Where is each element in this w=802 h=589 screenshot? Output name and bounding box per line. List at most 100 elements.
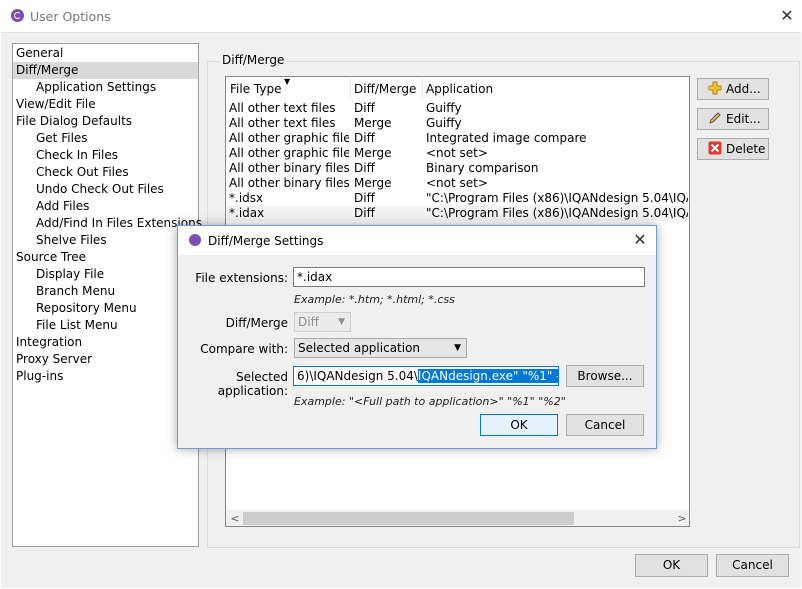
selected-application-example: Example: "<Full path to application>" "%… xyxy=(294,395,566,408)
diffmerge-select-value: Diff xyxy=(298,315,319,329)
list-cell: All other text files xyxy=(229,101,336,115)
diffmerge-select: Diff ▼ xyxy=(294,312,351,332)
compare-with-select[interactable]: Selected application ▼ xyxy=(294,338,467,358)
list-cell: All other binary files xyxy=(229,161,349,175)
list-cell: *.idsx xyxy=(229,191,264,205)
selected-application-selected-text: IQANdesign.exe" "%1" -diff "%2" xyxy=(416,368,558,384)
dialog-cancel-button[interactable]: Cancel xyxy=(566,414,644,436)
tree-item[interactable]: Check Out Files xyxy=(13,164,198,181)
cancel-button[interactable]: Cancel xyxy=(716,554,789,577)
list-cell: Merge xyxy=(354,116,392,130)
list-row[interactable]: All other text files Diff Guiffy xyxy=(226,101,689,116)
compare-with-label: Compare with: xyxy=(200,342,288,356)
edit-button[interactable]: Edit... xyxy=(697,108,769,130)
add-button[interactable]: Add... xyxy=(697,78,769,100)
tree-item[interactable]: Get Files xyxy=(13,130,198,147)
tree-item[interactable]: Display File xyxy=(13,266,198,283)
list-cell: Merge xyxy=(354,146,392,160)
delete-x-icon xyxy=(708,141,722,155)
tree-item[interactable]: Proxy Server xyxy=(13,351,198,368)
file-extensions-label: File extensions: xyxy=(195,271,288,285)
selected-application-value: 6)\IQANdesign 5.04\ xyxy=(297,369,418,383)
tree-item[interactable]: Source Tree xyxy=(13,249,198,266)
app-icon xyxy=(11,9,24,22)
list-row[interactable]: *.idax Diff "C:\Program Files (x86)\IQANde… xyxy=(226,206,689,221)
scroll-right-icon[interactable]: > xyxy=(675,511,689,526)
tree-item[interactable]: Plug-ins xyxy=(13,368,198,385)
diffmerge-settings-dialog: Diff/Merge Settings ✕ File extensions: *… xyxy=(177,225,657,449)
list-row[interactable]: All other binary files Diff Binary compari… xyxy=(226,161,689,176)
tree-item[interactable]: File List Menu xyxy=(13,317,198,334)
tree-item[interactable]: View/Edit File xyxy=(13,96,198,113)
list-cell: Binary comparison xyxy=(426,161,539,175)
list-cell: Diff xyxy=(354,101,375,115)
list-row[interactable]: *.idsx Diff "C:\Program Files (x86)\IQANde… xyxy=(226,191,689,206)
add-button-label: Add... xyxy=(726,82,761,96)
tree-item[interactable]: Check In Files xyxy=(13,147,198,164)
window-title: User Options xyxy=(30,9,111,24)
tree-item[interactable]: Application Settings xyxy=(13,79,198,96)
chevron-down-icon: ▼ xyxy=(454,343,461,353)
list-cell: All other binary files xyxy=(229,176,349,190)
column-header-file-type[interactable]: File Type xyxy=(230,80,281,98)
list-cell: "C:\Program Files (x86)\IQANdesign 5.04\… xyxy=(426,191,688,205)
tree-item[interactable]: General xyxy=(13,45,198,62)
pencil-icon xyxy=(708,111,722,125)
dialog-title-bar: Diff/Merge Settings ✕ xyxy=(178,226,656,255)
close-icon[interactable]: ✕ xyxy=(776,6,798,26)
chevron-down-icon: ▼ xyxy=(338,317,345,327)
tree-item[interactable]: Add Files xyxy=(13,198,198,215)
list-cell: All other text files xyxy=(229,116,336,130)
dialog-title: Diff/Merge Settings xyxy=(208,234,324,248)
diffmerge-label: Diff/Merge xyxy=(225,316,288,330)
list-cell: Merge xyxy=(354,176,392,190)
tree-item[interactable]: Diff/Merge xyxy=(13,62,198,79)
diffmerge-group-label: Diff/Merge xyxy=(220,53,287,67)
compare-with-select-value: Selected application xyxy=(298,341,421,355)
list-cell: Diff xyxy=(354,161,375,175)
tree-item[interactable]: Integration xyxy=(13,334,198,351)
selected-application-label: Selected application: xyxy=(217,370,288,398)
list-row[interactable]: All other graphic files Merge <not set> xyxy=(226,146,689,161)
browse-button[interactable]: Browse... xyxy=(566,365,644,387)
title-bar: User Options ✕ xyxy=(0,0,802,32)
file-extensions-input[interactable]: *.idax xyxy=(293,267,645,287)
tree-item[interactable]: File Dialog Defaults xyxy=(13,113,198,130)
edit-button-label: Edit... xyxy=(726,112,761,126)
column-header-application[interactable]: Application xyxy=(426,80,493,98)
list-cell: Integrated image compare xyxy=(426,131,587,145)
list-cell: <not set> xyxy=(426,146,488,160)
list-cell: Guiffy xyxy=(426,101,462,115)
delete-button-label: Delete xyxy=(726,142,766,156)
list-cell: All other graphic files xyxy=(229,131,349,145)
delete-button[interactable]: Delete xyxy=(697,138,769,160)
options-tree[interactable]: General Diff/Merge Application Settings Vie… xyxy=(12,43,202,547)
sort-arrow-icon: ▼ xyxy=(284,77,291,86)
tree-item[interactable]: Add/Find In Files Extensions xyxy=(13,215,202,232)
list-cell: *.idax xyxy=(229,206,265,220)
dialog-app-icon xyxy=(189,234,201,246)
scroll-left-icon[interactable]: < xyxy=(228,511,242,526)
tree-item[interactable]: Shelve Files xyxy=(13,232,198,249)
column-header-diff-merge[interactable]: Diff/Merge xyxy=(354,80,416,98)
list-cell: Diff xyxy=(354,191,375,205)
ok-button[interactable]: OK xyxy=(635,554,708,577)
tree-item[interactable]: Repository Menu xyxy=(13,300,198,317)
list-cell: All other graphic files xyxy=(229,146,349,160)
dialog-ok-button[interactable]: OK xyxy=(480,414,558,436)
list-cell: Diff xyxy=(354,206,375,220)
plus-icon xyxy=(708,81,722,95)
list-row[interactable]: All other graphic files Diff Integrated im… xyxy=(226,131,689,146)
selected-application-input[interactable]: 6)\IQANdesign 5.04\IQANdesign.exe" "%1" … xyxy=(293,366,559,386)
dialog-close-icon[interactable]: ✕ xyxy=(630,230,650,250)
list-cell: <not set> xyxy=(426,176,488,190)
tree-item[interactable]: Branch Menu xyxy=(13,283,198,300)
file-extensions-example: Example: *.htm; *.html; *.css xyxy=(294,293,455,306)
scrollbar-thumb[interactable] xyxy=(243,512,574,525)
list-cell: "C:\Program Files (x86)\IQANdesign 5.04\… xyxy=(426,206,688,220)
tree-item[interactable]: Undo Check Out Files xyxy=(13,181,198,198)
list-row[interactable]: All other text files Merge Guiffy xyxy=(226,116,689,131)
list-cell: Diff xyxy=(354,131,375,145)
list-row[interactable]: All other binary files Merge <not set> xyxy=(226,176,689,191)
list-cell: Guiffy xyxy=(426,116,462,130)
